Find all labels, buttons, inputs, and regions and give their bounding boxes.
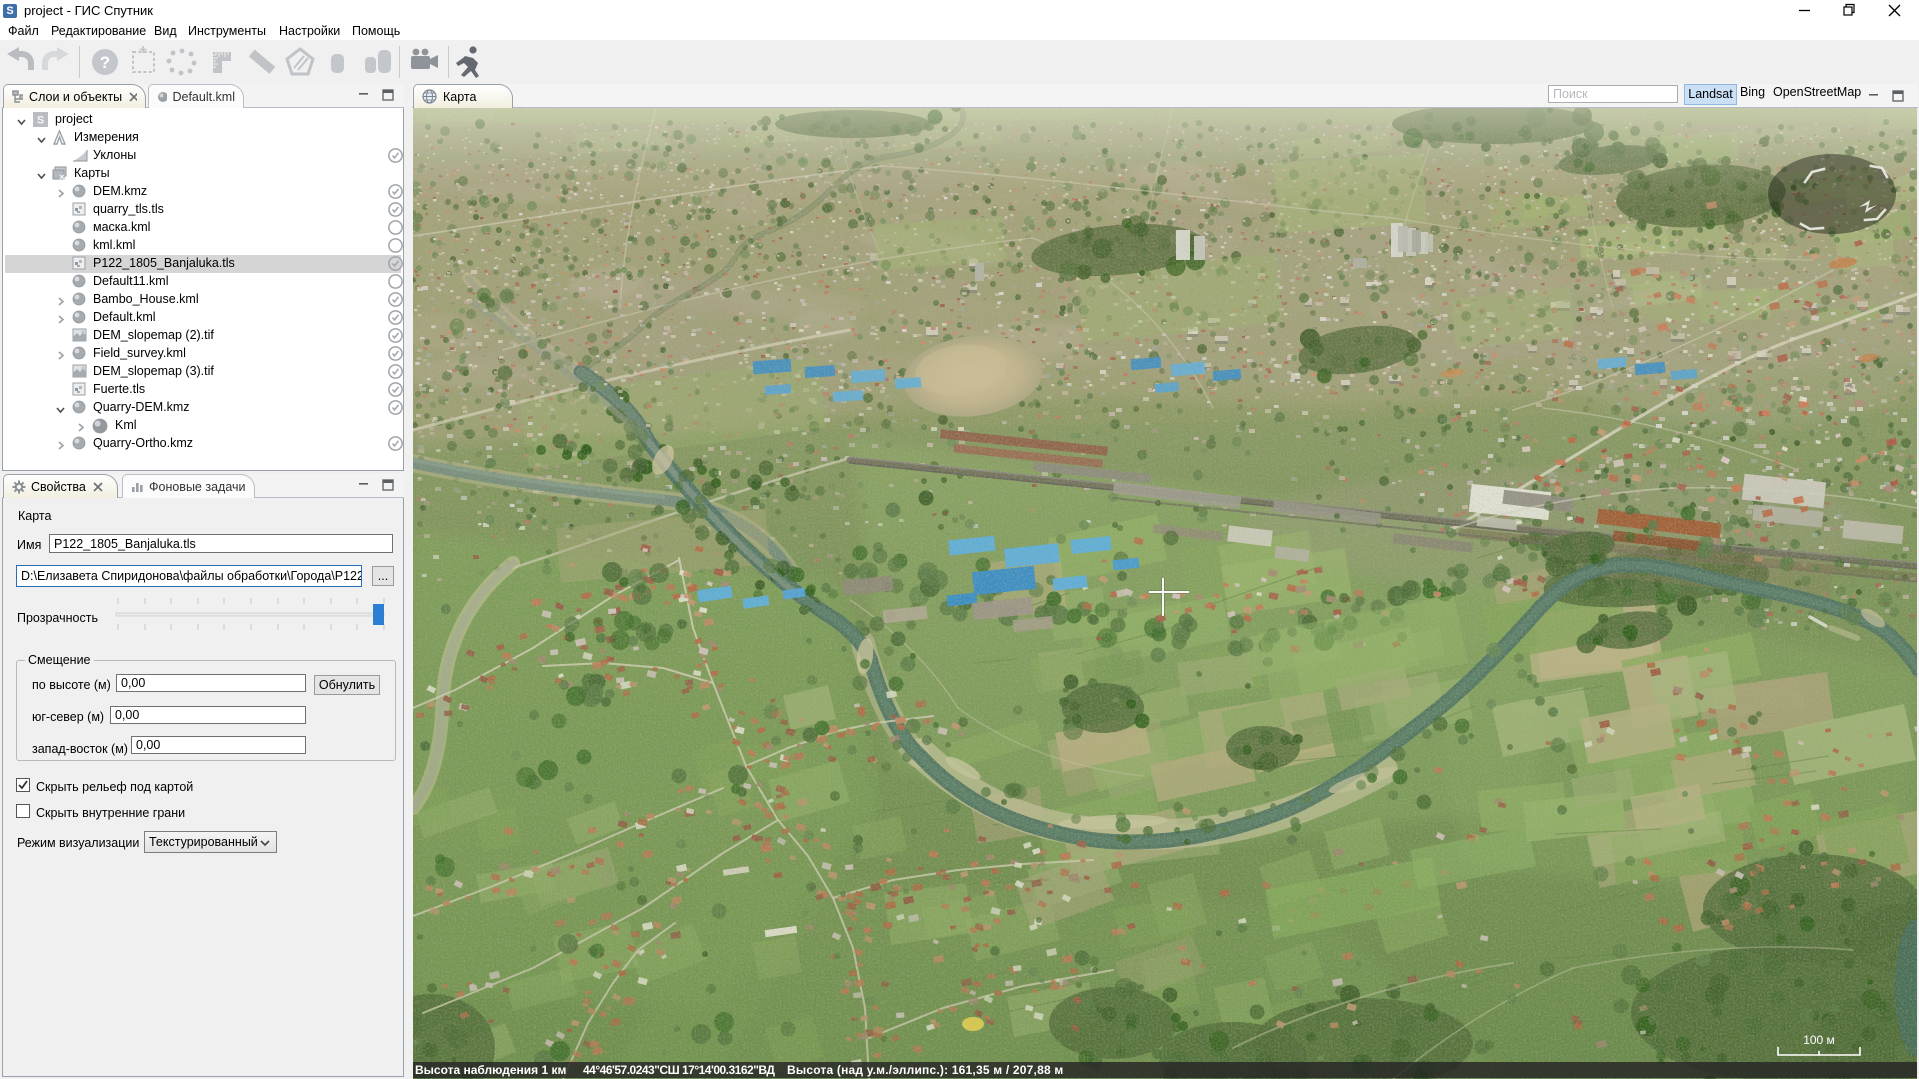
svg-text:S: S xyxy=(37,115,44,127)
svg-text:?: ? xyxy=(100,53,110,72)
svg-text:100 м: 100 м xyxy=(1803,1033,1835,1047)
